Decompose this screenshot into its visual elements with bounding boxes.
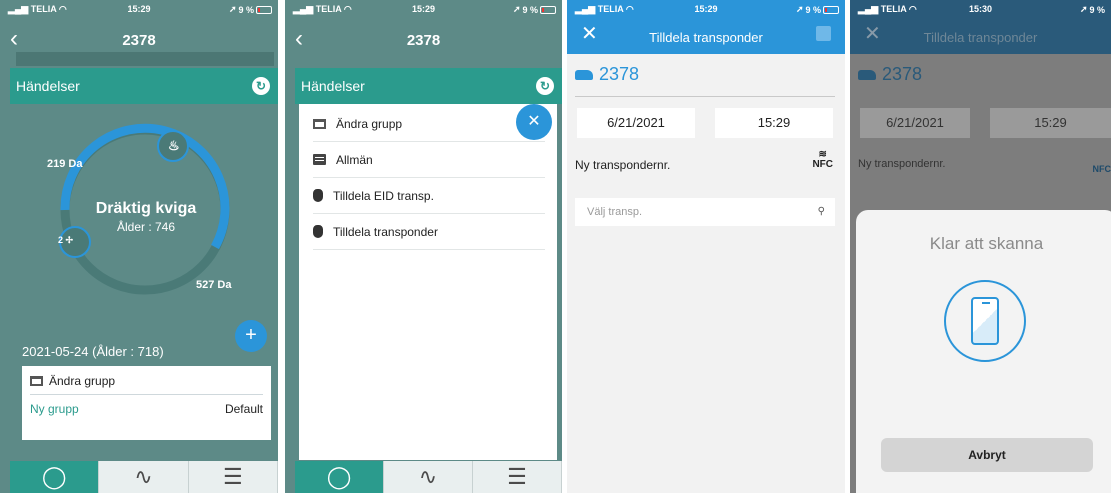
menu-item-label: Allmän: [336, 152, 373, 167]
refresh-icon[interactable]: ↻: [252, 77, 270, 95]
event-date: 2021-05-24 (Ålder : 718): [22, 344, 164, 359]
list-icon: ☰: [507, 464, 527, 489]
status-bar: ▂▄▆ TELIA ◠ 15:30 ➚ 9 %: [850, 0, 1111, 20]
battery-icon: [540, 5, 556, 14]
scan-sheet: Klar att skanna Avbryt: [856, 210, 1111, 493]
battery-indicator: ➚ 9 %: [513, 4, 556, 15]
phone-scan-icon: [944, 280, 1026, 362]
menu-item-label: Ändra grupp: [336, 116, 403, 131]
nfc-button[interactable]: ≋ NFC: [812, 150, 833, 170]
nfc-label: NFC: [1092, 164, 1111, 174]
ring-label-right: 527 Da: [196, 279, 232, 291]
chart-icon: ∿: [134, 464, 153, 489]
sheet-title: Klar att skanna: [929, 234, 1044, 253]
menu-item-assign-eid[interactable]: Tilldela EID transp.: [313, 178, 545, 214]
battery-icon: [823, 5, 839, 14]
event-field-value: Default: [224, 402, 263, 416]
ring-icon: ◯: [41, 464, 67, 489]
cancel-button[interactable]: Avbryt: [881, 438, 1093, 472]
screen-assign-transponder: ▂▄▆ TELIA ◠ 15:29 ➚ 9 % ✕ Tilldela trans…: [567, 0, 845, 493]
chat-icon: [313, 154, 326, 165]
age-label: Ålder : 746: [116, 220, 176, 234]
event-title: Ändra grupp: [49, 374, 116, 388]
refresh-icon[interactable]: ↻: [536, 77, 554, 95]
menu-item-general[interactable]: Allmän: [313, 142, 545, 178]
tab-chart[interactable]: ∿: [384, 461, 473, 493]
save-icon[interactable]: [816, 26, 831, 41]
ring-icon: ◯: [326, 464, 352, 489]
tab-chart[interactable]: ∿: [99, 461, 189, 493]
ring-label-left: 219 Da: [47, 158, 83, 170]
tab-bar: ◯ ∿ ☰: [10, 461, 278, 493]
list-icon: ☰: [222, 464, 243, 489]
tab-list[interactable]: ☰: [473, 461, 562, 493]
card-stack-shadow: [16, 52, 274, 66]
page-title: 2378: [406, 32, 441, 49]
eid-icon: [313, 225, 323, 238]
date-field: 6/21/2021: [860, 108, 970, 138]
chart-icon: ∿: [418, 464, 438, 489]
section-title: Händelser: [301, 78, 365, 94]
battery-indicator: ➚ 9 %: [1079, 4, 1105, 15]
page-title: Tilldela transponder: [649, 30, 763, 45]
date-field[interactable]: 6/21/2021: [577, 108, 695, 138]
animal-row: 2378: [575, 64, 639, 85]
nav-bar: ‹ 2378: [285, 20, 562, 62]
screen-event-menu: ▂▄▆ TELIA ◠ 15:29 ➚ 9 % ‹ 2378 Händelser…: [285, 0, 562, 493]
divider: [575, 96, 835, 97]
select-placeholder: Välj transp.: [587, 206, 643, 218]
battery-icon: [256, 5, 272, 14]
status-title: Dräktig kviga: [95, 200, 197, 217]
time-field: 15:29: [990, 108, 1111, 138]
animal-id: 2378: [599, 64, 640, 84]
page-title: 2378: [122, 32, 156, 49]
cow-icon: [858, 69, 876, 80]
clock: 15:30: [968, 4, 993, 14]
lifecycle-ring: [59, 123, 230, 295]
page-title: Tilldela transponder: [923, 30, 1038, 45]
nav-bar: ▂▄▆ TELIA ◠ 15:29 ➚ 9 % ✕ Tilldela trans…: [567, 0, 845, 54]
transponder-label: Ny transpondernr.: [575, 158, 671, 172]
event-card[interactable]: Ändra grupp Ny grupp Default: [22, 366, 271, 440]
nav-bar: ▂▄▆ TELIA ◠ 15:30 ➚ 9 % ✕ Tilldela trans…: [850, 0, 1111, 54]
phone-icon: [971, 297, 999, 345]
battery-indicator: ➚ 9 %: [796, 4, 839, 15]
events-header: Händelser ↻: [295, 68, 562, 104]
animal-row: 2378: [858, 64, 922, 85]
add-event-button[interactable]: +: [235, 320, 267, 352]
tab-bar: ◯ ∿ ☰: [295, 461, 562, 493]
search-icon: ⚲: [817, 206, 825, 217]
event-type-menu: Ändra grupp Allmän Tilldela EID transp. …: [299, 104, 557, 460]
eid-icon: [313, 189, 323, 202]
tab-lifecycle[interactable]: ◯: [295, 461, 384, 493]
status-bar: ▂▄▆ TELIA ◠ 15:29 ➚ 9 %: [567, 0, 845, 20]
battery-indicator: ➚ 9 %: [229, 4, 272, 15]
section-title: Händelser: [16, 78, 80, 94]
tab-lifecycle[interactable]: ◯: [10, 461, 100, 493]
insemination-badge: 2 ✢: [58, 235, 74, 245]
group-icon: [30, 376, 43, 386]
menu-item-assign-transponder[interactable]: Tilldela transponder: [313, 214, 545, 250]
screen-event-overview: ▂▄▆ TELIA ◠ 15:29 ➚ 9 % ‹ 2378 Händelser…: [0, 0, 278, 493]
menu-item-label: Tilldela transponder: [333, 224, 438, 239]
event-title-row: Ändra grupp: [30, 374, 115, 388]
status-bar: ▂▄▆ TELIA ◠ 15:29 ➚ 9 %: [0, 0, 278, 20]
events-header: Händelser ↻: [10, 68, 278, 104]
divider: [30, 394, 263, 395]
transponder-label: Ny transpondernr.: [858, 158, 946, 170]
transponder-select[interactable]: Välj transp. ⚲: [575, 198, 835, 226]
animal-id: 2378: [882, 64, 923, 84]
close-menu-button[interactable]: ✕: [516, 104, 552, 140]
cake-icon: ♨: [168, 138, 180, 153]
group-icon: [313, 118, 326, 129]
tab-list[interactable]: ☰: [188, 461, 278, 493]
status-bar: ▂▄▆ TELIA ◠ 15:29 ➚ 9 %: [285, 0, 562, 20]
time-field[interactable]: 15:29: [715, 108, 833, 138]
menu-item-label: Tilldela EID transp.: [333, 188, 434, 203]
menu-item-change-group[interactable]: Ändra grupp: [313, 106, 545, 142]
screen-nfc-scan: ▂▄▆ TELIA ◠ 15:30 ➚ 9 % ✕ Tilldela trans…: [850, 0, 1111, 493]
cow-icon: [575, 69, 593, 80]
event-field-label: Ny grupp: [30, 402, 79, 416]
